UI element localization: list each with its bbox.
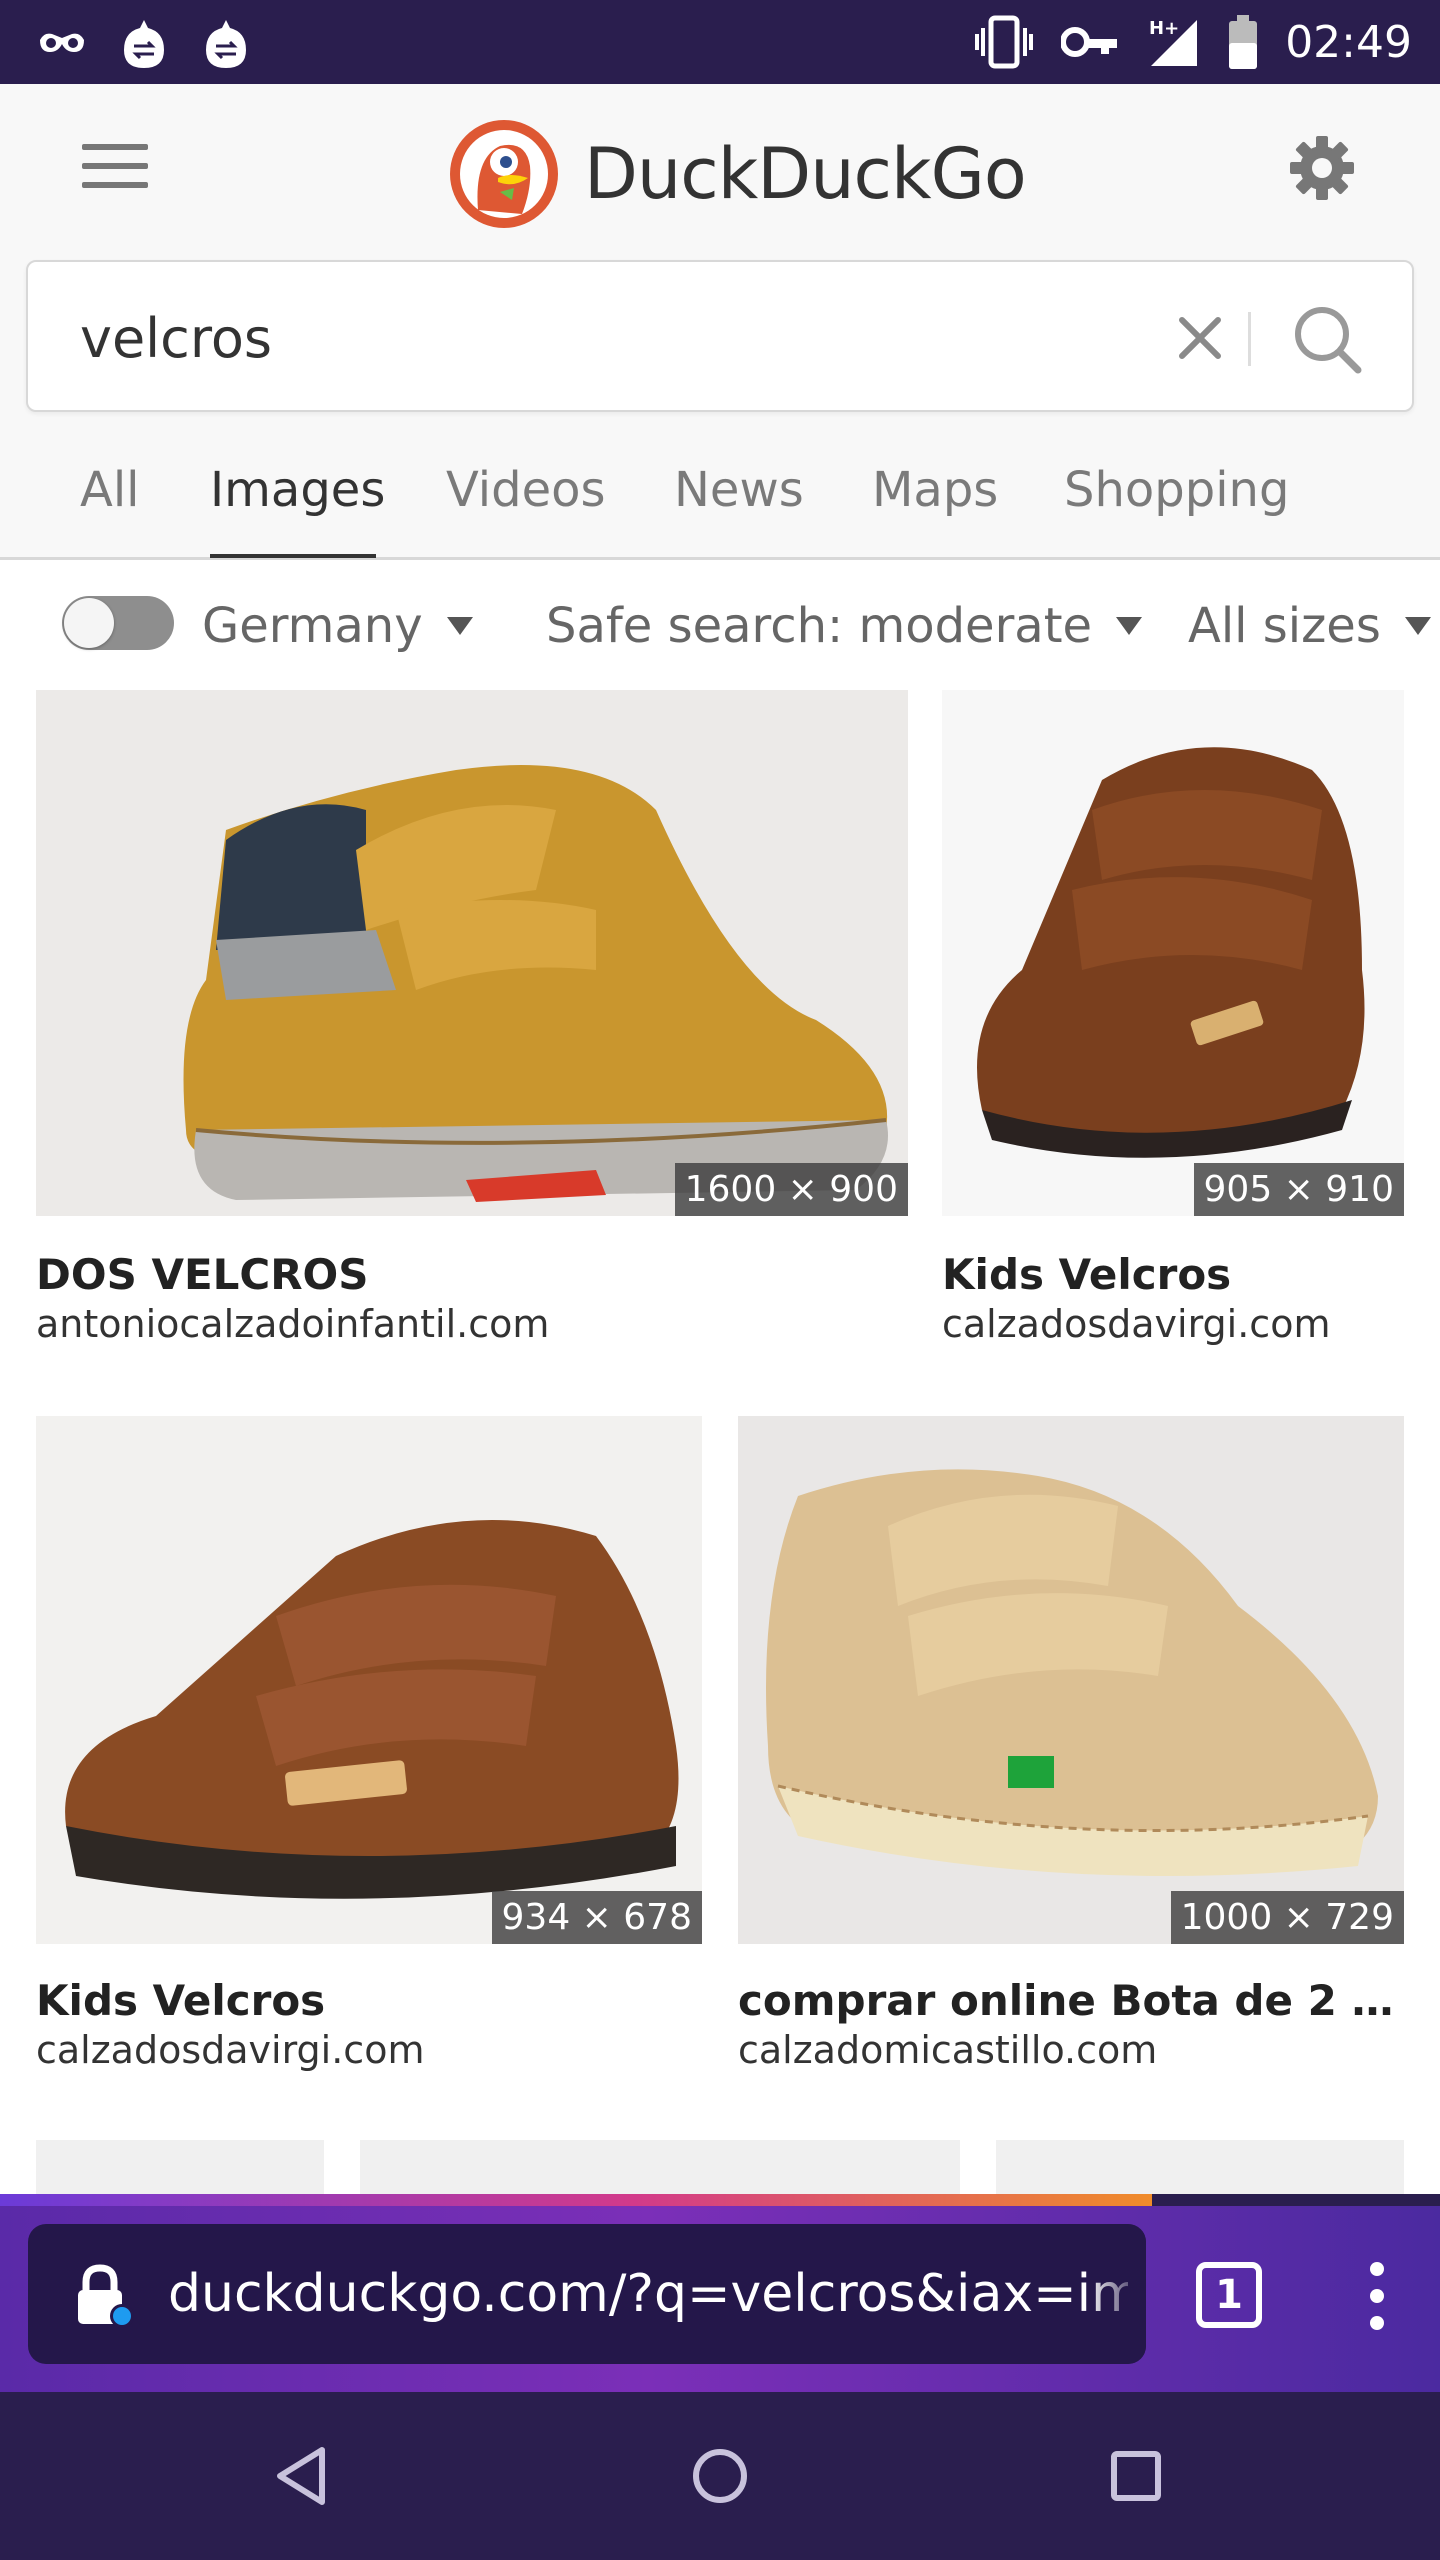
url-fade — [1086, 2224, 1146, 2364]
result-source[interactable]: calzadosdavirgi.com — [942, 1302, 1330, 1346]
region-label: Germany — [202, 598, 423, 654]
search-input[interactable] — [80, 306, 1080, 370]
result-title[interactable]: comprar online Bota de 2 velc... — [738, 1976, 1404, 2025]
browser-toolbar: duckduckgo.com/?q=velcros&iax=images&ia=… — [0, 2206, 1440, 2392]
region-dropdown[interactable]: Germany — [202, 598, 473, 654]
url-text: duckduckgo.com/?q=velcros&iax=images&ia=… — [168, 2264, 1128, 2324]
tab-all[interactable]: All — [80, 462, 140, 518]
partial-thumbnail[interactable] — [360, 2140, 960, 2200]
image-result[interactable]: 934 × 678 Kids Velcros calzadosdavirgi.c… — [36, 1416, 702, 2086]
status-right-icons: H+ 02:49 — [973, 10, 1412, 74]
status-left-icons — [36, 16, 252, 72]
result-source[interactable]: antoniocalzadoinfantil.com — [36, 1302, 549, 1346]
recents-square-icon[interactable] — [1096, 2436, 1176, 2516]
tab-videos[interactable]: Videos — [446, 462, 606, 518]
partial-thumbnail[interactable] — [996, 2140, 1404, 2200]
incognito-icon — [36, 18, 88, 70]
address-bar[interactable]: duckduckgo.com/?q=velcros&iax=images&ia=… — [28, 2224, 1146, 2364]
safe-search-label: Safe search: moderate — [546, 598, 1093, 654]
close-icon[interactable] — [1172, 310, 1228, 366]
hamburger-menu-icon[interactable] — [82, 144, 148, 196]
search-divider — [1248, 312, 1251, 366]
data-saver-icon — [118, 16, 170, 72]
home-circle-icon[interactable] — [680, 2436, 760, 2516]
result-thumbnail[interactable]: 934 × 678 — [36, 1416, 702, 1944]
tab-images[interactable]: Images — [210, 462, 385, 518]
status-bar: H+ 02:49 — [0, 0, 1440, 84]
search-icon[interactable] — [1290, 302, 1364, 376]
search-area — [0, 256, 1440, 426]
result-thumbnail[interactable]: 1600 × 900 — [36, 690, 908, 1216]
tab-news[interactable]: News — [674, 462, 804, 518]
brand[interactable]: DuckDuckGo — [448, 118, 1027, 230]
result-title[interactable]: Kids Velcros — [942, 1250, 1404, 1299]
image-dimensions: 1000 × 729 — [1170, 1891, 1404, 1944]
more-options-icon[interactable] — [1362, 2256, 1392, 2336]
chevron-down-icon — [1116, 617, 1143, 635]
vibrate-icon — [973, 14, 1035, 70]
signal-icon: H+ — [1145, 14, 1201, 70]
result-thumbnail[interactable]: 905 × 910 — [942, 690, 1404, 1216]
tab-switcher-button[interactable]: 1 — [1196, 2262, 1262, 2328]
partial-thumbnail[interactable] — [36, 2140, 324, 2200]
size-dropdown[interactable]: All sizes — [1188, 598, 1431, 654]
region-toggle[interactable] — [62, 596, 174, 650]
back-triangle-icon[interactable] — [264, 2436, 344, 2516]
result-title[interactable]: DOS VELCROS — [36, 1250, 908, 1299]
data-saver-icon — [200, 16, 252, 72]
svg-text:H+: H+ — [1149, 18, 1179, 39]
safe-search-dropdown[interactable]: Safe search: moderate — [546, 598, 1143, 654]
image-result[interactable]: 1000 × 729 comprar online Bota de 2 velc… — [738, 1416, 1404, 2086]
size-label: All sizes — [1188, 598, 1381, 654]
chevron-down-icon — [446, 617, 473, 635]
filter-bar: Germany Safe search: moderate All sizes — [0, 560, 1440, 690]
clock: 02:49 — [1285, 16, 1412, 68]
image-result[interactable]: 905 × 910 Kids Velcros calzadosdavirgi.c… — [942, 690, 1404, 1360]
image-dimensions: 905 × 910 — [1193, 1163, 1404, 1216]
vpn-key-icon — [1061, 22, 1119, 62]
search-tabs: All Images Videos News Maps Shopping — [0, 426, 1440, 560]
active-tab-indicator — [210, 554, 376, 558]
gear-icon[interactable] — [1288, 134, 1356, 202]
page-load-progress — [0, 2194, 1440, 2206]
result-thumbnail[interactable]: 1000 × 729 — [738, 1416, 1404, 1944]
duckduckgo-logo-icon — [448, 118, 560, 230]
progress-fill — [0, 2194, 1152, 2206]
tab-maps[interactable]: Maps — [872, 462, 998, 518]
toggle-knob — [64, 598, 114, 648]
image-dimensions: 1600 × 900 — [674, 1163, 908, 1216]
tab-shopping[interactable]: Shopping — [1064, 462, 1289, 518]
system-nav-bar — [0, 2392, 1440, 2560]
lock-icon[interactable] — [68, 2262, 138, 2337]
result-source[interactable]: calzadomicastillo.com — [738, 2028, 1157, 2072]
image-result[interactable]: 1600 × 900 DOS VELCROS antoniocalzadoinf… — [36, 690, 908, 1360]
brand-name: DuckDuckGo — [584, 133, 1027, 215]
chevron-down-icon — [1404, 617, 1431, 635]
search-box — [26, 260, 1414, 412]
result-source[interactable]: calzadosdavirgi.com — [36, 2028, 424, 2072]
battery-icon — [1227, 13, 1259, 71]
result-title[interactable]: Kids Velcros — [36, 1976, 702, 2025]
image-dimensions: 934 × 678 — [491, 1891, 702, 1944]
app-header: DuckDuckGo — [0, 84, 1440, 256]
